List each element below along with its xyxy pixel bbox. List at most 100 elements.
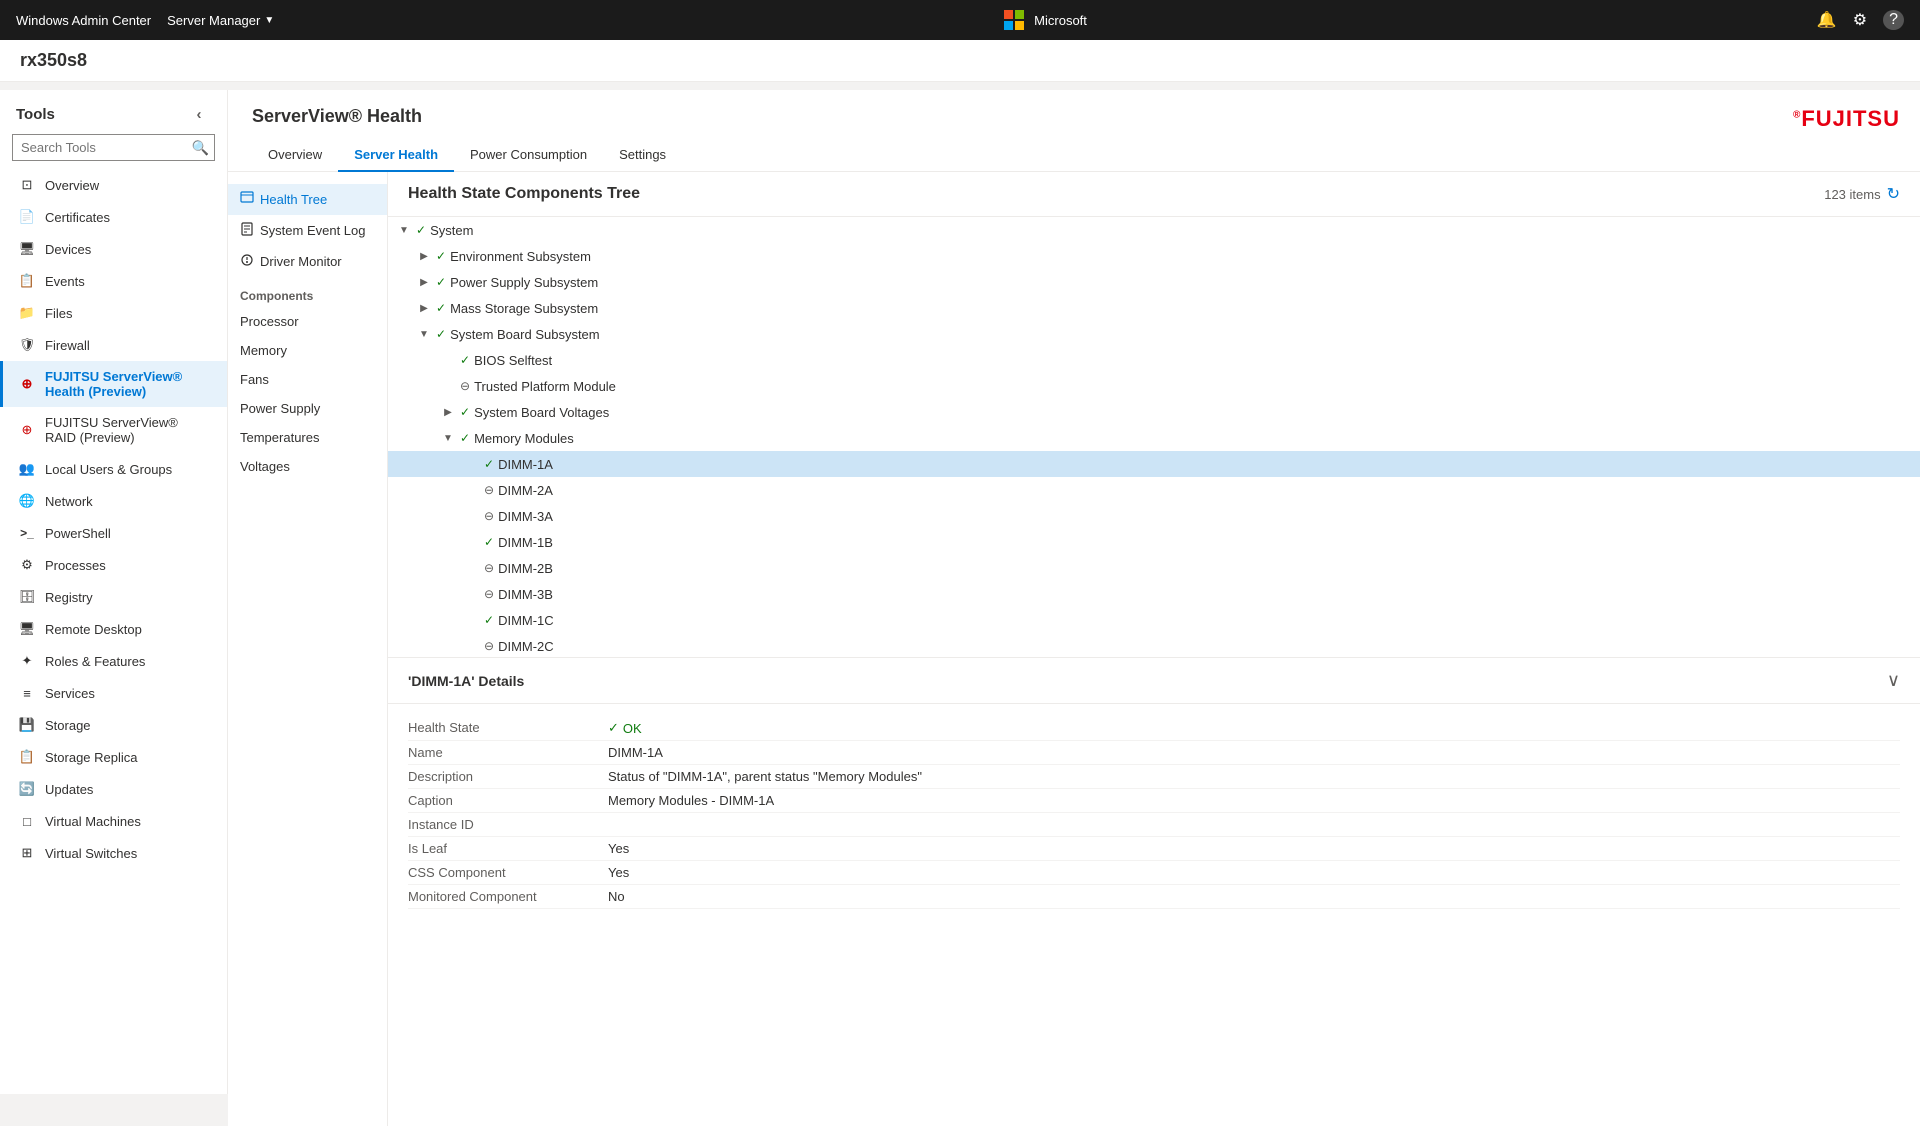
- sidebar-item-storage[interactable]: 💾 Storage: [0, 709, 227, 741]
- sidebar-item-processes[interactable]: ⚙ Processes: [0, 549, 227, 581]
- status-dimm3b: ⊖: [484, 587, 494, 601]
- temperatures-label: Temperatures: [240, 430, 319, 445]
- status-dimm2b: ⊖: [484, 561, 494, 575]
- tree-node-dimm-3b[interactable]: ⊖ DIMM-3B: [388, 581, 1920, 607]
- search-input[interactable]: [12, 134, 215, 161]
- sidebar-item-label: Roles & Features: [45, 654, 145, 669]
- sidebar-collapse-button[interactable]: ‹: [187, 102, 211, 126]
- services-icon: ≡: [19, 685, 35, 701]
- status-dimm1c: ✓: [484, 613, 494, 627]
- sidebar-item-powershell[interactable]: >_ PowerShell: [0, 517, 227, 549]
- sidebar-item-virtual-machines[interactable]: □ Virtual Machines: [0, 805, 227, 837]
- health-nav-health-tree[interactable]: Health Tree: [228, 184, 387, 215]
- tab-power-consumption[interactable]: Power Consumption: [454, 139, 603, 172]
- sidebar-item-devices[interactable]: 🖥 Devices: [0, 233, 227, 265]
- server-manager-button[interactable]: Server Manager ▼: [167, 13, 274, 28]
- sidebar-item-updates[interactable]: 🔄 Updates: [0, 773, 227, 805]
- app-title: Windows Admin Center: [16, 13, 151, 28]
- tree-node-dimm-1a[interactable]: ✓ DIMM-1A: [388, 451, 1920, 477]
- tree-node-tpm[interactable]: ⊖ Trusted Platform Module: [388, 373, 1920, 399]
- tab-server-health[interactable]: Server Health: [338, 139, 454, 172]
- health-nav-temperatures[interactable]: Temperatures: [228, 423, 387, 452]
- notification-icon[interactable]: 🔔: [1817, 10, 1837, 30]
- health-main-panel: Health State Components Tree 123 items ↻…: [388, 172, 1920, 1126]
- status-dimm2c: ⊖: [484, 639, 494, 653]
- sidebar-item-files[interactable]: 📁 Files: [0, 297, 227, 329]
- sidebar-item-virtual-switches[interactable]: ⊞ Virtual Switches: [0, 837, 227, 869]
- detail-row-name: Name DIMM-1A: [408, 741, 1900, 765]
- tab-settings[interactable]: Settings: [603, 139, 682, 172]
- settings-icon[interactable]: ⚙: [1853, 10, 1867, 30]
- tree-node-dimm-1b[interactable]: ✓ DIMM-1B: [388, 529, 1920, 555]
- tree-node-bios[interactable]: ✓ BIOS Selftest: [388, 347, 1920, 373]
- detail-value-description: Status of "DIMM-1A", parent status "Memo…: [608, 769, 922, 784]
- sidebar-item-remote-desktop[interactable]: 🖥 Remote Desktop: [0, 613, 227, 645]
- sidebar-item-services[interactable]: ≡ Services: [0, 677, 227, 709]
- health-nav-power-supply[interactable]: Power Supply: [228, 394, 387, 423]
- sidebar-item-registry[interactable]: 🗄 Registry: [0, 581, 227, 613]
- sidebar-item-local-users[interactable]: 👥 Local Users & Groups: [0, 453, 227, 485]
- detail-label-description: Description: [408, 769, 608, 784]
- sidebar-tools-header: Tools ‹: [0, 90, 227, 134]
- refresh-button[interactable]: ↻: [1887, 184, 1900, 204]
- tree-node-dimm-3a[interactable]: ⊖ DIMM-3A: [388, 503, 1920, 529]
- tree-label-dimm3b: DIMM-3B: [498, 587, 553, 602]
- detail-value-monitored-component: No: [608, 889, 625, 904]
- server-name: rx350s8: [20, 50, 87, 70]
- devices-icon: 🖥: [19, 241, 35, 257]
- sidebar-item-events[interactable]: 📋 Events: [0, 265, 227, 297]
- tab-overview[interactable]: Overview: [252, 139, 338, 172]
- tree-label-dimm2c: DIMM-2C: [498, 639, 554, 654]
- tree-node-memory-modules[interactable]: ▼ ✓ Memory Modules: [388, 425, 1920, 451]
- tree-node-sbv[interactable]: ▶ ✓ System Board Voltages: [388, 399, 1920, 425]
- sidebar-item-overview[interactable]: ⊡ Overview: [0, 169, 227, 201]
- tree-label-ms: Mass Storage Subsystem: [450, 301, 598, 316]
- health-nav-driver-monitor[interactable]: Driver Monitor: [228, 246, 387, 277]
- tree-node-dimm-1c[interactable]: ✓ DIMM-1C: [388, 607, 1920, 633]
- tree-node-dimm-2b[interactable]: ⊖ DIMM-2B: [388, 555, 1920, 581]
- sidebar-item-network[interactable]: 🌐 Network: [0, 485, 227, 517]
- sidebar-item-fujitsu-raid[interactable]: ⊕ FUJITSU ServerView® RAID (Preview): [0, 407, 227, 453]
- expand-icon-dimm2b: [464, 560, 480, 576]
- details-header[interactable]: 'DIMM-1A' Details ∨: [388, 658, 1920, 704]
- processes-icon: ⚙: [19, 557, 35, 573]
- tree-node-power-supply-subsystem[interactable]: ▶ ✓ Power Supply Subsystem: [388, 269, 1920, 295]
- certificates-icon: 📄: [19, 209, 35, 225]
- tree-node-system[interactable]: ▼ ✓ System: [388, 217, 1920, 243]
- health-nav-memory[interactable]: Memory: [228, 336, 387, 365]
- tree-node-dimm-2c[interactable]: ⊖ DIMM-2C: [388, 633, 1920, 657]
- tree-node-dimm-2a[interactable]: ⊖ DIMM-2A: [388, 477, 1920, 503]
- sidebar-item-certificates[interactable]: 📄 Certificates: [0, 201, 227, 233]
- sidebar-item-label: Files: [45, 306, 72, 321]
- fujitsu-health-icon: ⊕: [19, 376, 35, 392]
- health-tree-container: ▼ ✓ System ▶ ✓ Environment Subsystem ▶ ✓…: [388, 217, 1920, 657]
- health-state-check: ✓: [608, 720, 619, 736]
- health-nav-processor[interactable]: Processor: [228, 307, 387, 336]
- detail-label-name: Name: [408, 745, 608, 760]
- health-tree-title: Health State Components Tree: [408, 185, 640, 203]
- health-tree-header: Health State Components Tree 123 items ↻: [388, 172, 1920, 217]
- tree-node-system-board[interactable]: ▼ ✓ System Board Subsystem: [388, 321, 1920, 347]
- server-manager-label: Server Manager: [167, 13, 260, 28]
- sidebar-item-firewall[interactable]: 🛡 Firewall: [0, 329, 227, 361]
- health-nav-voltages[interactable]: Voltages: [228, 452, 387, 481]
- health-nav-fans[interactable]: Fans: [228, 365, 387, 394]
- sidebar-item-fujitsu-health[interactable]: ⊕ FUJITSU ServerView® Health (Preview): [0, 361, 227, 407]
- detail-row-description: Description Status of "DIMM-1A", parent …: [408, 765, 1900, 789]
- sidebar-item-roles-features[interactable]: ✦ Roles & Features: [0, 645, 227, 677]
- health-nav-system-event-log[interactable]: System Event Log: [228, 215, 387, 246]
- details-panel: 'DIMM-1A' Details ∨ Health State ✓ OK Na…: [388, 657, 1920, 921]
- driver-monitor-icon: [240, 253, 254, 270]
- expand-icon-dimm1c: [464, 612, 480, 628]
- voltages-label: Voltages: [240, 459, 290, 474]
- tree-node-env-subsystem[interactable]: ▶ ✓ Environment Subsystem: [388, 243, 1920, 269]
- topbar: Windows Admin Center Server Manager ▼ Mi…: [0, 0, 1920, 40]
- expand-icon-mm: ▼: [440, 430, 456, 446]
- details-collapse-icon: ∨: [1887, 670, 1900, 691]
- tree-label-env: Environment Subsystem: [450, 249, 591, 264]
- tree-node-mass-storage[interactable]: ▶ ✓ Mass Storage Subsystem: [388, 295, 1920, 321]
- sidebar-item-storage-replica[interactable]: 📋 Storage Replica: [0, 741, 227, 773]
- driver-monitor-label: Driver Monitor: [260, 254, 342, 269]
- tree-label-bios: BIOS Selftest: [474, 353, 552, 368]
- help-icon[interactable]: ?: [1883, 10, 1904, 30]
